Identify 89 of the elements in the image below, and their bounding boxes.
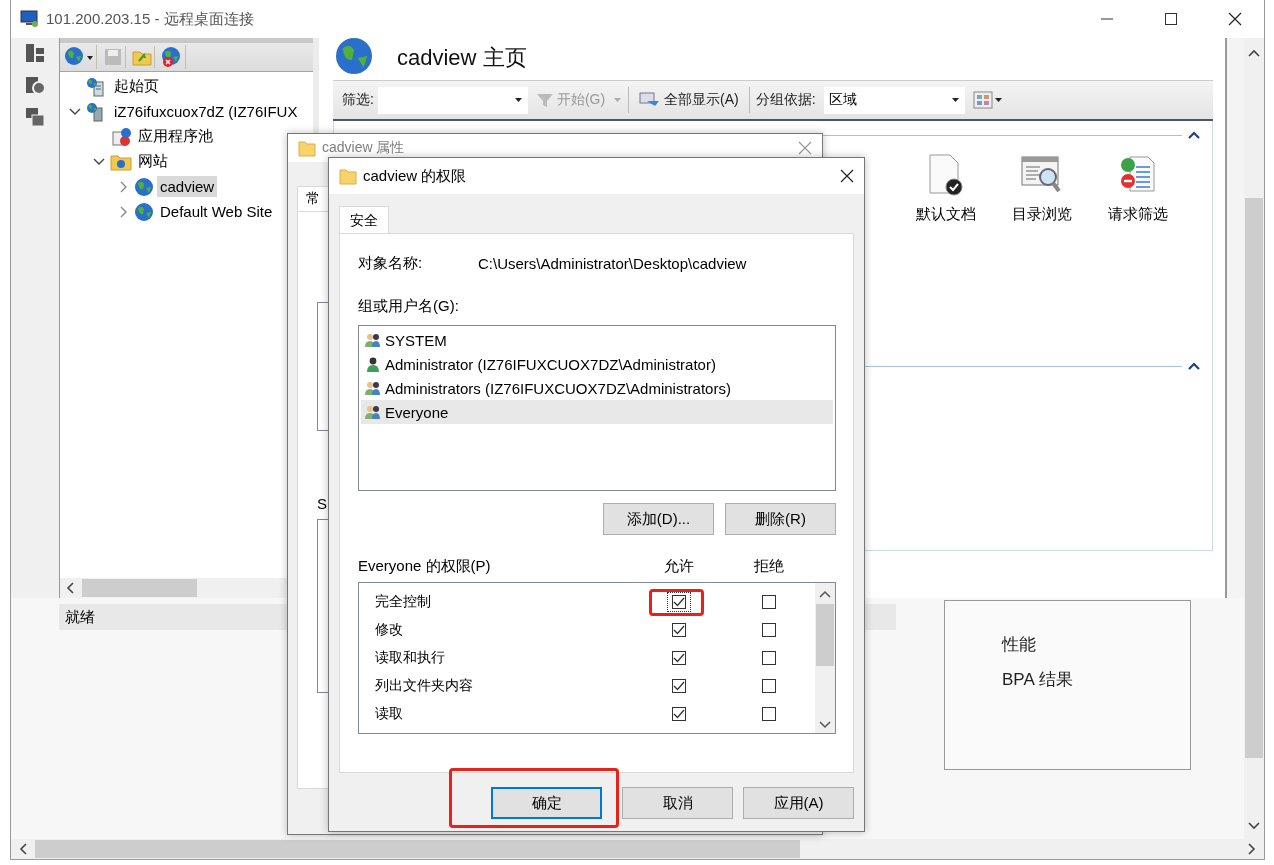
users-icon <box>364 379 382 397</box>
checkbox[interactable] <box>762 651 776 665</box>
close-icon[interactable] <box>1227 11 1243 27</box>
checkbox[interactable] <box>762 707 776 721</box>
column-header: 拒绝 <box>753 556 785 576</box>
checkbox[interactable] <box>762 623 776 637</box>
folder-icon <box>298 139 316 157</box>
panel-link[interactable]: 性能 <box>1002 633 1190 668</box>
object-path: C:\Users\Administrator\Desktop\cadview <box>478 254 747 272</box>
disconnect-button[interactable] <box>159 45 186 69</box>
scroll-thumb[interactable] <box>1245 198 1263 758</box>
field-label: 对象名称: <box>358 253 424 273</box>
scroll-right-icon[interactable] <box>1246 843 1256 855</box>
collapse-icon[interactable] <box>1188 361 1200 371</box>
monitor-icon <box>20 10 40 28</box>
list-item[interactable]: SYSTEM <box>361 328 833 352</box>
collapse-icon[interactable] <box>1188 130 1200 140</box>
scroll-left-icon[interactable] <box>66 582 76 594</box>
users-icon <box>364 403 382 421</box>
scroll-left-icon[interactable] <box>19 843 29 855</box>
panel-link[interactable]: BPA 结果 <box>1002 668 1190 703</box>
group-by-label: 分组依据: <box>755 91 816 109</box>
scrollbar[interactable] <box>815 583 835 733</box>
group-by-field[interactable]: 区域 <box>823 86 965 114</box>
checkbox[interactable] <box>672 651 686 665</box>
list-item[interactable]: Everyone <box>361 400 833 424</box>
document-check-icon <box>926 153 966 197</box>
checkbox[interactable] <box>672 679 686 693</box>
monitor-icon[interactable] <box>639 91 662 109</box>
permission-name: 读取和执行 <box>374 649 446 667</box>
filter-label: 筛选: <box>342 91 374 109</box>
combo-value: 区域 <box>828 91 857 109</box>
add-button[interactable]: 添加(D)... <box>603 503 714 535</box>
app-pool-icon <box>110 126 132 147</box>
pages-icon[interactable] <box>24 106 46 128</box>
scroll-down-icon[interactable] <box>819 721 831 729</box>
permission-name: 列出文件夹内容 <box>374 677 474 695</box>
scrollbar[interactable] <box>11 839 1264 859</box>
tree-item[interactable]: Default Web Site <box>157 201 276 222</box>
scrollbar[interactable] <box>1244 38 1264 839</box>
scroll-thumb[interactable] <box>82 579 197 597</box>
globe-icon <box>335 37 373 75</box>
scroll-thumb[interactable] <box>35 840 800 858</box>
filter-field[interactable] <box>377 86 528 114</box>
dropdown-icon[interactable] <box>513 96 523 104</box>
column-header: 允许 <box>663 556 695 576</box>
list-item[interactable]: Administrator (IZ76IFUXCUOX7DZ\Administrator) <box>361 352 833 376</box>
feature-item[interactable]: 请求筛选 <box>1092 153 1184 224</box>
users-icon <box>364 331 382 349</box>
dropdown-icon[interactable] <box>950 96 960 104</box>
connect-button[interactable] <box>62 45 97 69</box>
feature-item[interactable]: 目录浏览 <box>996 153 1088 224</box>
list-item[interactable]: Administrators (IZ76IFUXCUOX7DZ\Administrators) <box>361 376 833 400</box>
maximize-icon[interactable] <box>1163 11 1179 27</box>
show-all-button[interactable]: 全部显示(A) <box>635 91 743 109</box>
dialog-button[interactable]: 取消 <box>622 787 733 819</box>
permission-name: 读取 <box>374 705 404 723</box>
feature-item[interactable]: 默认文档 <box>900 153 992 224</box>
scroll-down-icon[interactable] <box>1247 821 1261 831</box>
checkbox[interactable] <box>672 623 686 637</box>
dialog-title: cadview 属性 <box>322 139 405 157</box>
field-label: 组或用户名(G): <box>358 297 460 316</box>
checkbox[interactable] <box>762 679 776 693</box>
checkbox[interactable] <box>672 595 686 609</box>
layout-icon[interactable] <box>24 42 46 64</box>
folder-icon <box>339 167 357 185</box>
up-folder-button[interactable] <box>130 46 155 68</box>
user-icon <box>364 355 382 373</box>
field-label: Everyone 的权限(P) <box>358 556 492 576</box>
tree-item[interactable]: 起始页 <box>111 75 162 98</box>
checkbox[interactable] <box>762 595 776 609</box>
tree-item[interactable]: cadview <box>157 176 218 197</box>
dialog-button[interactable]: 应用(A) <box>743 787 854 819</box>
scroll-up-icon[interactable] <box>819 590 831 598</box>
scroll-up-icon[interactable] <box>1247 48 1261 58</box>
globe-icon <box>134 201 154 222</box>
close-icon[interactable] <box>839 168 855 184</box>
remove-button[interactable]: 删除(R) <box>725 503 836 535</box>
checkbox[interactable] <box>672 707 686 721</box>
tree-item[interactable]: 网站 <box>135 150 171 173</box>
label: S <box>317 494 327 514</box>
globe-icon <box>134 176 154 197</box>
page-title: cadview 主页 <box>397 44 527 72</box>
dialog-title: cadview 的权限 <box>363 166 467 186</box>
tree-item[interactable]: iZ76ifuxcuox7dZ (IZ76IFUX <box>111 101 301 122</box>
dialog-button[interactable]: 确定 <box>491 787 602 819</box>
window-title: 101.200.203.15 - 远程桌面连接 <box>46 9 254 29</box>
tree-item[interactable]: 应用程序池 <box>135 125 216 148</box>
tab[interactable]: 安全 <box>339 206 389 233</box>
